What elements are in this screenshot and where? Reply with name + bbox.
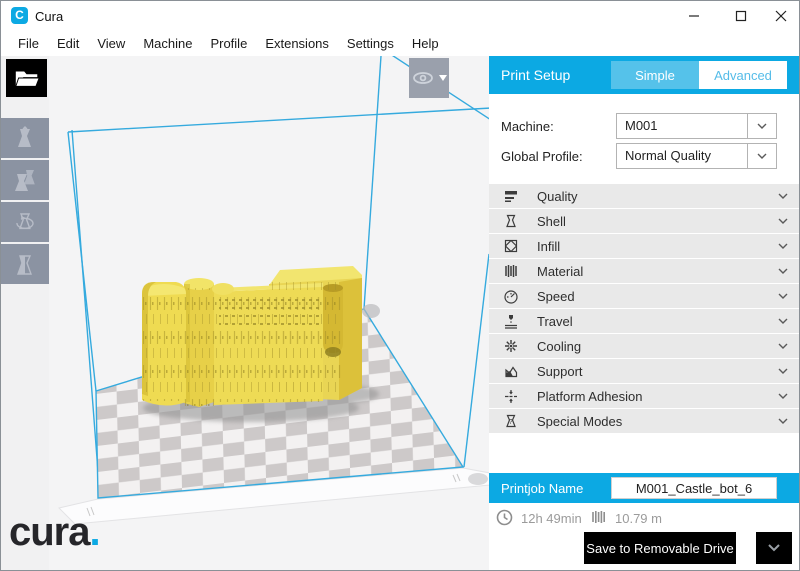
move-tool-icon — [13, 126, 37, 150]
save-dropdown-chevron-icon — [768, 544, 780, 552]
scale-tool-icon — [13, 168, 37, 192]
model-castle[interactable] — [142, 266, 362, 407]
chevron-down-icon — [778, 243, 788, 249]
speed-icon — [502, 287, 520, 305]
section-quality[interactable]: Quality — [489, 184, 800, 208]
scale-tool-button[interactable] — [1, 160, 49, 200]
section-infill[interactable]: Infill — [489, 234, 800, 258]
chevron-down-icon — [778, 193, 788, 199]
rotate-tool-icon — [13, 210, 37, 234]
rotate-tool-button[interactable] — [1, 202, 49, 242]
viewport-3d[interactable]: cura. — [1, 56, 489, 571]
chevron-down-icon — [778, 268, 788, 274]
shell-icon — [502, 212, 520, 230]
cooling-icon — [502, 337, 520, 355]
mode-toggle: Simple Advanced — [611, 61, 787, 89]
maximize-icon — [735, 10, 747, 22]
profile-dropdown[interactable]: Normal Quality — [616, 143, 777, 169]
menu-settings[interactable]: Settings — [338, 33, 403, 54]
special-modes-icon: ? — [502, 412, 520, 430]
material-length: 10.79 m — [615, 511, 662, 526]
printjob-bar: Printjob Name — [489, 473, 800, 503]
infill-icon — [502, 237, 520, 255]
open-file-button[interactable] — [6, 59, 47, 97]
print-setup-header: Print Setup Simple Advanced — [489, 56, 800, 94]
support-icon — [502, 362, 520, 380]
print-time: 12h 49min — [521, 511, 582, 526]
section-material[interactable]: Material — [489, 259, 800, 283]
print-setup-title: Print Setup — [501, 67, 570, 83]
print-info-row: 12h 49min 10.79 m — [489, 508, 800, 528]
material-length-icon — [591, 509, 607, 525]
chevron-down-icon — [778, 393, 788, 399]
view-mode-button[interactable] — [409, 58, 449, 98]
settings-list: Quality Shell Infill — [489, 184, 800, 434]
mirror-tool-button[interactable] — [1, 244, 49, 284]
chevron-down-icon — [778, 218, 788, 224]
minimize-icon — [688, 10, 700, 22]
menu-view[interactable]: View — [88, 33, 134, 54]
material-icon — [502, 262, 520, 280]
menu-machine[interactable]: Machine — [134, 33, 201, 54]
save-options-button[interactable] — [756, 532, 792, 564]
menu-edit[interactable]: Edit — [48, 33, 88, 54]
save-to-removable-drive-button[interactable]: Save to Removable Drive — [584, 532, 736, 564]
machine-label: Machine: — [501, 119, 554, 134]
tab-simple[interactable]: Simple — [611, 61, 699, 89]
title-bar: C Cura — [1, 1, 799, 31]
section-platform-adhesion[interactable]: Platform Adhesion — [489, 384, 800, 408]
mirror-tool-icon — [13, 252, 37, 276]
close-icon — [775, 10, 787, 22]
dropdown-arrow-icon — [747, 144, 776, 168]
menu-file[interactable]: File — [9, 33, 48, 54]
profile-label: Global Profile: — [501, 149, 583, 164]
view-mode-dropdown-icon — [439, 75, 447, 82]
save-row: Save to Removable Drive — [489, 532, 800, 565]
quality-icon — [502, 187, 520, 205]
chevron-down-icon — [778, 418, 788, 424]
dropdown-arrow-icon — [747, 114, 776, 138]
clock-icon — [496, 509, 513, 526]
section-special-modes[interactable]: ? Special Modes — [489, 409, 800, 433]
section-shell[interactable]: Shell — [489, 209, 800, 233]
print-setup-panel: Print Setup Simple Advanced Machine: M00… — [489, 56, 800, 571]
window-title: Cura — [35, 9, 63, 24]
chevron-down-icon — [778, 293, 788, 299]
menu-extensions[interactable]: Extensions — [256, 33, 338, 54]
chevron-down-icon — [778, 343, 788, 349]
cura-logo-icon: C — [11, 7, 28, 24]
cura-window: C Cura File Edit View Machine Profile Ex… — [0, 0, 800, 571]
cura-brand-logo: cura. — [9, 510, 100, 555]
view-mode-eye-icon — [412, 70, 436, 86]
chevron-down-icon — [778, 368, 788, 374]
svg-text:?: ? — [509, 417, 513, 426]
machine-dropdown[interactable]: M001 — [616, 113, 777, 139]
chevron-down-icon — [778, 318, 788, 324]
tab-advanced[interactable]: Advanced — [699, 61, 787, 89]
section-speed[interactable]: Speed — [489, 284, 800, 308]
menu-help[interactable]: Help — [403, 33, 448, 54]
scene-canvas[interactable] — [1, 56, 489, 571]
section-cooling[interactable]: Cooling — [489, 334, 800, 358]
open-file-icon — [13, 65, 41, 91]
move-tool-button[interactable] — [1, 118, 49, 158]
platform-adhesion-icon — [502, 387, 520, 405]
section-travel[interactable]: Travel — [489, 309, 800, 333]
maximize-button[interactable] — [721, 1, 761, 31]
section-support[interactable]: Support — [489, 359, 800, 383]
menu-bar: File Edit View Machine Profile Extension… — [1, 31, 799, 56]
close-button[interactable] — [761, 1, 800, 31]
printjob-name-input[interactable] — [611, 477, 777, 499]
minimize-button[interactable] — [674, 1, 714, 31]
printjob-label: Printjob Name — [501, 481, 583, 496]
travel-icon — [502, 312, 520, 330]
menu-profile[interactable]: Profile — [201, 33, 256, 54]
